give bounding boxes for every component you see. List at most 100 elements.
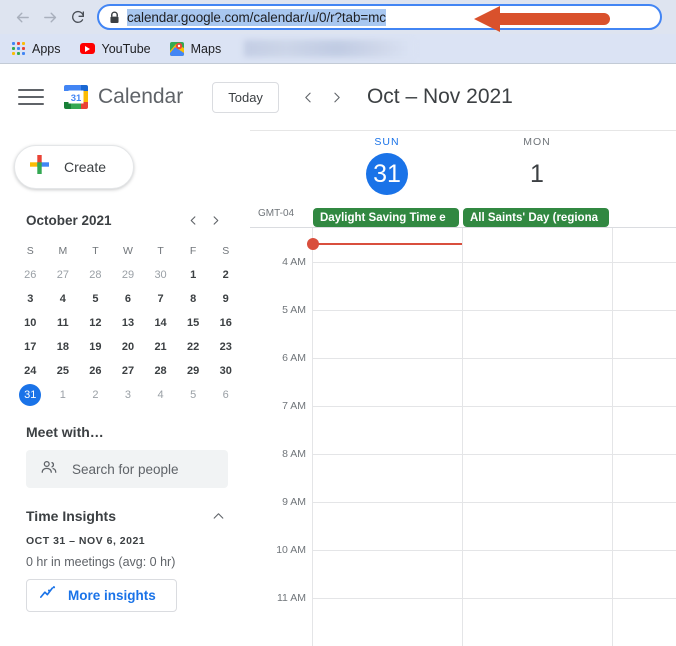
- mini-calendar-day[interactable]: 27: [47, 263, 80, 287]
- mini-calendar-next-button[interactable]: [204, 209, 226, 231]
- mini-calendar-dow: F: [189, 245, 197, 257]
- mini-calendar-day[interactable]: 2: [79, 383, 112, 407]
- day-number[interactable]: 31: [366, 153, 408, 195]
- mini-calendar-day[interactable]: 13: [112, 311, 145, 335]
- mini-calendar-day[interactable]: 27: [112, 359, 145, 383]
- mini-calendar-day[interactable]: 16: [209, 311, 242, 335]
- mini-calendar-day[interactable]: 29: [112, 263, 145, 287]
- mini-calendar-day[interactable]: 31: [14, 383, 47, 407]
- day-column-divider: [312, 228, 313, 646]
- bookmark-maps[interactable]: Maps: [168, 38, 230, 60]
- mini-calendar-day-number: 30: [219, 365, 232, 377]
- mini-calendar-day[interactable]: 5: [177, 383, 210, 407]
- mini-calendar-day[interactable]: 10: [14, 311, 47, 335]
- mini-calendar-day[interactable]: 4: [144, 383, 177, 407]
- address-bar[interactable]: calendar.google.com/calendar/u/0/r?tab=m…: [97, 4, 662, 30]
- bookmark-label: YouTube: [101, 41, 151, 56]
- back-button[interactable]: [8, 3, 36, 31]
- mini-calendar-day[interactable]: 2: [209, 263, 242, 287]
- mini-calendar-day[interactable]: 7: [144, 287, 177, 311]
- mini-calendar-day[interactable]: 22: [177, 335, 210, 359]
- mini-calendar-day[interactable]: 8: [177, 287, 210, 311]
- mini-calendar-day[interactable]: 3: [112, 383, 145, 407]
- all-day-event-chip[interactable]: All Saints' Day (regiona: [463, 208, 609, 227]
- chevron-right-icon: [213, 215, 218, 225]
- mini-calendar-grid: S M T W T F S 26 27 28 29 30 1 2 3 4 5 6 7 8 9 10 11 12 13 14 15 16…: [14, 239, 242, 407]
- svg-text:31: 31: [71, 93, 82, 104]
- mini-calendar-day-number: 28: [89, 269, 102, 281]
- hour-label: 6 AM: [282, 352, 306, 364]
- mini-calendar-day[interactable]: 18: [47, 335, 80, 359]
- chevron-up-icon[interactable]: [208, 506, 228, 526]
- day-header[interactable]: SUN 31: [312, 136, 462, 195]
- mini-calendar-day[interactable]: 12: [79, 311, 112, 335]
- mini-calendar-day[interactable]: 4: [47, 287, 80, 311]
- bookmark-youtube[interactable]: YouTube: [78, 38, 159, 60]
- create-button[interactable]: Create: [14, 145, 134, 189]
- bookmark-apps[interactable]: Apps: [10, 38, 69, 60]
- mini-calendar-dow: M: [58, 245, 68, 257]
- mini-calendar-day[interactable]: 14: [144, 311, 177, 335]
- mini-calendar-day[interactable]: 21: [144, 335, 177, 359]
- mini-calendar-day[interactable]: 9: [209, 287, 242, 311]
- hour-gridline: [312, 454, 676, 455]
- mini-calendar-day-number: 29: [121, 269, 135, 281]
- mini-calendar-day[interactable]: 1: [177, 263, 210, 287]
- previous-period-button[interactable]: [295, 83, 323, 111]
- next-period-button[interactable]: [323, 83, 351, 111]
- mini-calendar-day-number: 2: [92, 389, 99, 401]
- mini-calendar-day[interactable]: 23: [209, 335, 242, 359]
- maps-pin-icon: [169, 41, 184, 56]
- today-button[interactable]: Today: [212, 81, 279, 113]
- mini-calendar-day[interactable]: 25: [47, 359, 80, 383]
- search-for-people-input[interactable]: Search for people: [26, 450, 228, 488]
- calendar-wordmark: Calendar: [98, 85, 184, 108]
- day-number[interactable]: 1: [516, 153, 558, 195]
- url-text: calendar.google.com/calendar/u/0/r?tab=m…: [127, 8, 386, 26]
- mini-calendar-day[interactable]: 26: [79, 359, 112, 383]
- mini-calendar-day[interactable]: 5: [79, 287, 112, 311]
- time-insights-range: OCT 31 – NOV 6, 2021: [26, 535, 146, 547]
- chevron-left-icon: [190, 215, 195, 225]
- more-insights-button[interactable]: More insights: [26, 579, 177, 612]
- mini-calendar-day[interactable]: 11: [47, 311, 80, 335]
- mini-calendar-day-number: 27: [121, 365, 135, 377]
- hour-gridline: [312, 598, 676, 599]
- mini-calendar-day[interactable]: 19: [79, 335, 112, 359]
- mini-calendar-day-number: 23: [219, 341, 232, 353]
- mini-calendar-dow: T: [157, 245, 164, 257]
- mini-calendar-day[interactable]: 3: [14, 287, 47, 311]
- time-insights-header[interactable]: Time Insights: [26, 506, 228, 526]
- mini-calendar-day[interactable]: 30: [144, 263, 177, 287]
- mini-calendar-day[interactable]: 24: [14, 359, 47, 383]
- forward-button[interactable]: [36, 3, 64, 31]
- mini-calendar-day[interactable]: 17: [14, 335, 47, 359]
- mini-calendar-day-number: 6: [222, 389, 229, 401]
- all-day-event-chip[interactable]: Daylight Saving Time e: [313, 208, 459, 227]
- mini-calendar-day[interactable]: 28: [144, 359, 177, 383]
- bookmark-label: Apps: [32, 41, 61, 56]
- mini-calendar-day[interactable]: 29: [177, 359, 210, 383]
- mini-calendar-day[interactable]: 6: [112, 287, 145, 311]
- week-grid: SUN 31 MON 1 GMT-04 Daylight Saving Time eA…: [250, 130, 676, 646]
- mini-calendar-day-number: 14: [154, 317, 167, 329]
- mini-calendar-day-number: 12: [89, 317, 102, 329]
- day-of-week-label: MON: [523, 136, 551, 148]
- mini-calendar-day-number: 28: [154, 365, 167, 377]
- day-header[interactable]: MON 1: [462, 136, 612, 195]
- mini-calendar-day[interactable]: 15: [177, 311, 210, 335]
- mini-calendar-day-number: 15: [187, 317, 200, 329]
- mini-calendar-day[interactable]: 28: [79, 263, 112, 287]
- chevron-right-icon: [334, 92, 341, 102]
- mini-calendar-prev-button[interactable]: [182, 209, 204, 231]
- mini-calendar-day-number: 26: [89, 365, 102, 377]
- mini-calendar-day-number: 5: [190, 389, 197, 401]
- hamburger-menu-icon[interactable]: [18, 86, 44, 108]
- mini-calendar-day-number: 17: [24, 341, 37, 353]
- mini-calendar-day[interactable]: 6: [209, 383, 242, 407]
- mini-calendar-day[interactable]: 26: [14, 263, 47, 287]
- reload-button[interactable]: [64, 3, 92, 31]
- mini-calendar-day[interactable]: 30: [209, 359, 242, 383]
- mini-calendar-day[interactable]: 20: [112, 335, 145, 359]
- mini-calendar-day[interactable]: 1: [47, 383, 80, 407]
